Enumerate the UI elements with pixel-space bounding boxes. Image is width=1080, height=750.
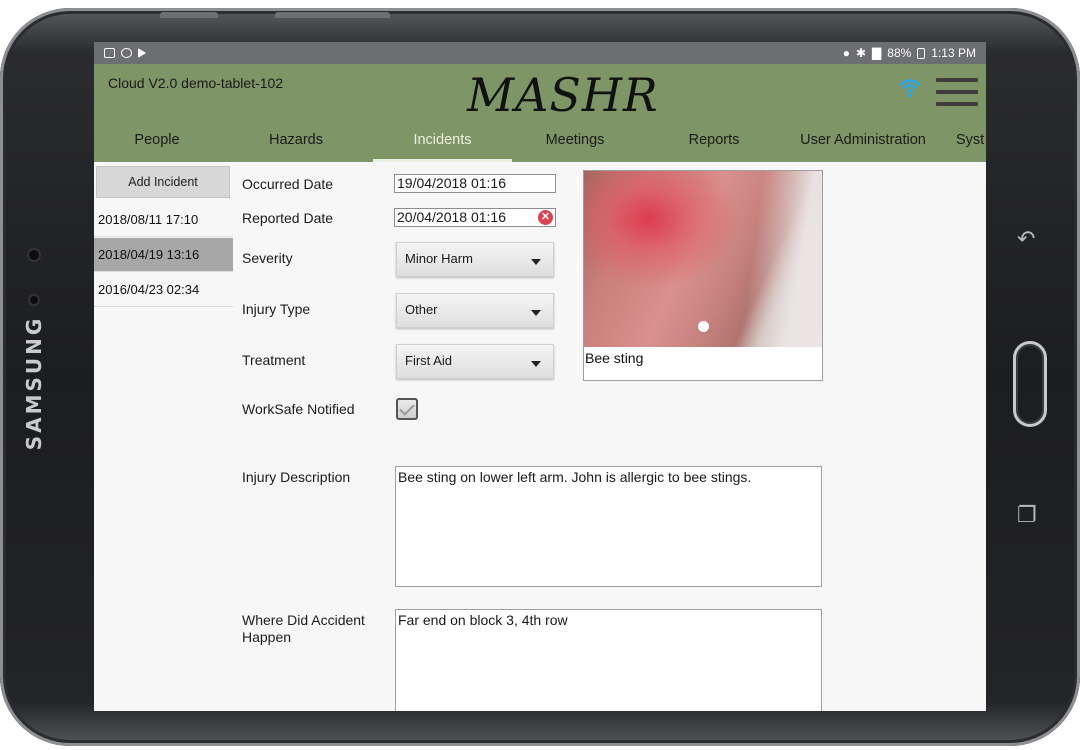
worksafe-notified-label: WorkSafe Notified: [242, 401, 355, 417]
accident-location-textarea[interactable]: Far end on block 3, 4th row: [395, 609, 822, 711]
severity-dropdown[interactable]: Minor Harm: [396, 242, 554, 277]
treatment-dropdown[interactable]: First Aid: [396, 344, 554, 379]
chevron-down-icon: [531, 259, 541, 265]
injury-type-dropdown[interactable]: Other: [396, 293, 554, 328]
signal-icon: ▇: [872, 46, 882, 60]
reported-date-label: Reported Date: [242, 210, 334, 226]
main-tabs: People Hazards Incidents Meetings Report…: [94, 129, 986, 162]
device-name: Cloud V2.0 demo-tablet-102: [108, 75, 284, 91]
play-store-notification-icon: [138, 48, 146, 58]
treatment-value: First Aid: [405, 353, 452, 368]
back-icon[interactable]: ↶: [1017, 226, 1035, 252]
battery-icon: [917, 47, 926, 59]
injury-type-value: Other: [405, 302, 438, 317]
hamburger-menu-icon[interactable]: [936, 78, 978, 106]
home-button[interactable]: [1013, 341, 1047, 427]
bluetooth-icon: ✱: [855, 46, 867, 60]
occurred-date-field[interactable]: 19/04/2018 01:16: [394, 174, 556, 193]
check-icon: [399, 400, 415, 416]
light-sensor: [30, 296, 38, 304]
volume-button: [160, 12, 218, 18]
tab-incidents[interactable]: Incidents: [373, 129, 512, 162]
gallery-notification-icon: [104, 48, 115, 58]
tab-hazards[interactable]: Hazards: [233, 129, 359, 162]
tab-meetings[interactable]: Meetings: [512, 129, 638, 162]
recent-apps-icon[interactable]: ❐: [1017, 502, 1037, 528]
account-notification-icon: [121, 48, 132, 58]
clock: 1:13 PM: [931, 46, 976, 60]
clear-icon[interactable]: ✕: [538, 210, 553, 225]
injury-type-label: Injury Type: [242, 301, 311, 317]
tab-user-administration[interactable]: User Administration: [791, 129, 935, 162]
accident-location-label-line2: Happen: [242, 629, 292, 645]
battery-percent: 88%: [887, 46, 912, 60]
power-button: [275, 12, 390, 18]
incident-list: Add Incident 2018/08/11 17:10 2018/04/19…: [94, 162, 233, 711]
wifi-icon[interactable]: [898, 76, 922, 100]
occurred-date-label: Occurred Date: [242, 176, 334, 192]
photo-caption: Bee sting: [585, 350, 644, 366]
photo-marker: [698, 321, 709, 332]
treatment-label: Treatment: [242, 352, 306, 368]
severity-label: Severity: [242, 250, 293, 266]
add-incident-button[interactable]: Add Incident: [96, 166, 230, 198]
front-camera: [29, 250, 39, 260]
reported-date-value: 20/04/2018 01:16: [397, 209, 506, 225]
tab-reports[interactable]: Reports: [651, 129, 777, 162]
app-header: Cloud V2.0 demo-tablet-102 MASHR People …: [94, 64, 986, 162]
reported-date-field[interactable]: 20/04/2018 01:16 ✕: [394, 208, 556, 227]
screen: ● ✱ ▇ 88% 1:13 PM Cloud V2.0 demo-tablet…: [94, 42, 986, 711]
chevron-down-icon: [531, 361, 541, 367]
incident-photo[interactable]: [584, 171, 822, 347]
device-brand: SAMSUNG: [22, 315, 46, 451]
accident-location-label: Where Did Accident Happen: [242, 612, 365, 646]
injury-description-textarea[interactable]: Bee sting on lower left arm. John is all…: [395, 466, 822, 587]
incident-row[interactable]: 2018/08/11 17:10: [94, 203, 233, 237]
incident-row-selected[interactable]: 2018/04/19 13:16: [94, 238, 233, 272]
injury-description-label: Injury Description: [242, 469, 351, 485]
accident-location-label-line1: Where Did Accident: [242, 612, 365, 628]
incident-photo-card[interactable]: Bee sting: [583, 170, 823, 381]
chevron-down-icon: [531, 310, 541, 316]
app-logo: MASHR: [467, 68, 659, 122]
worksafe-notified-checkbox[interactable]: [396, 398, 418, 420]
tab-people[interactable]: People: [94, 129, 220, 162]
tab-system[interactable]: Syst: [956, 129, 986, 162]
severity-value: Minor Harm: [405, 251, 473, 266]
incident-row[interactable]: 2016/04/23 02:34: [94, 273, 233, 307]
location-icon: ●: [842, 46, 850, 60]
status-bar: ● ✱ ▇ 88% 1:13 PM: [94, 42, 986, 64]
